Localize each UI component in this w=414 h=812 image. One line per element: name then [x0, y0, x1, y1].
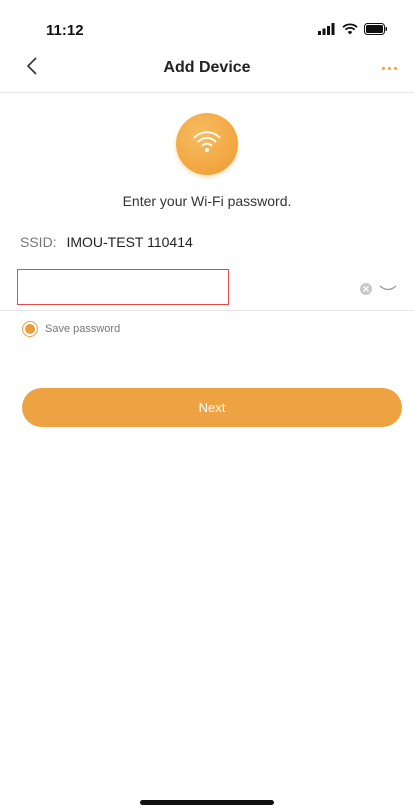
signal-icon	[318, 22, 336, 40]
toggle-password-visibility-button[interactable]	[378, 282, 398, 294]
more-dots-icon	[381, 66, 385, 70]
wifi-illustration	[176, 113, 238, 175]
page-title: Add Device	[163, 59, 251, 76]
battery-icon	[364, 22, 388, 40]
clear-password-button[interactable]	[360, 283, 372, 295]
status-time: 11:12	[46, 22, 84, 39]
ssid-row: SSID: IMOU-TEST 110414	[20, 234, 193, 250]
eye-closed-icon	[378, 282, 398, 299]
save-password-option[interactable]: Save password	[22, 321, 120, 337]
status-icons	[318, 22, 388, 40]
password-input[interactable]	[17, 269, 229, 305]
password-row	[0, 265, 414, 311]
clear-icon	[362, 280, 370, 298]
save-password-radio[interactable]	[22, 321, 38, 337]
save-password-label: Save password	[45, 323, 121, 335]
nav-bar: Add Device	[0, 44, 414, 93]
radio-checked-dot	[25, 324, 35, 334]
status-bar: 11:12	[0, 0, 414, 44]
home-indicator	[140, 800, 274, 805]
wifi-icon	[192, 130, 222, 159]
ssid-value: IMOU-TEST 110414	[66, 234, 193, 250]
next-button[interactable]: Next	[22, 388, 402, 427]
more-button[interactable]	[374, 56, 404, 80]
ssid-label: SSID:	[20, 234, 57, 250]
wifi-password-prompt: Enter your Wi-Fi password.	[122, 193, 292, 209]
wifi-icon	[342, 22, 358, 40]
